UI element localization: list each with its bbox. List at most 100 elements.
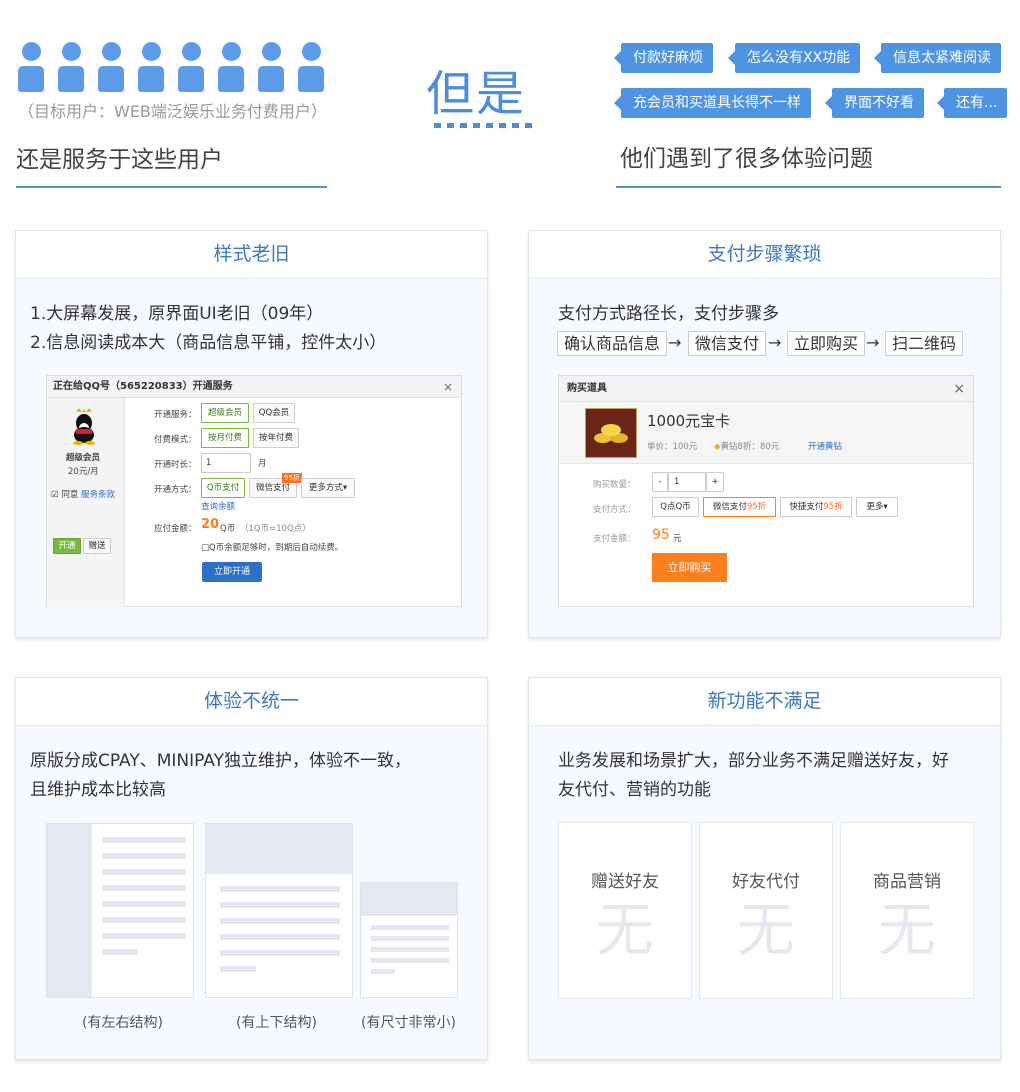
user-icon (18, 42, 44, 94)
tab-gift[interactable]: 赠送 (83, 538, 111, 554)
right-title: 他们遇到了很多体验问题 (620, 146, 873, 172)
member-name: 超级会员 (66, 453, 101, 463)
card-title: 支付步骤繁琐 (529, 231, 1000, 279)
feature-status: 无 (595, 896, 654, 964)
card-inconsistent-line: 原版分成CPAY、MINIPAY独立维护，体验不一致， (30, 751, 411, 771)
layout-left-right-diagram (46, 823, 194, 998)
flow-step: 扫二维码 (885, 331, 964, 356)
dialog-title: 购买道具 (567, 383, 607, 394)
more-methods-dropdown[interactable]: 更多▾ (856, 497, 898, 517)
feature-name: 好友代付 (732, 872, 800, 892)
right-underline (616, 186, 1001, 188)
discount-badge: 95折 (282, 473, 302, 483)
user-icon (138, 42, 164, 94)
left-underline (16, 186, 327, 188)
buy-now-button[interactable]: 立即购买 (652, 553, 727, 582)
users-caption: （目标用户：WEB端泛娱乐业务付费用户） (18, 102, 327, 121)
option-monthly[interactable]: 按月付费 (201, 428, 249, 448)
amount-unit: 元 (673, 534, 682, 544)
terms-link[interactable]: 服务条款 (81, 490, 115, 500)
tab-open[interactable]: 开通 (53, 538, 81, 554)
feature-name: 商品营销 (873, 872, 941, 892)
arrow-icon: → (668, 333, 682, 352)
user-icon (298, 42, 324, 94)
close-icon[interactable]: × (953, 376, 965, 402)
method-label: 支付方式： (593, 505, 636, 515)
feature-box: 赠送好友 无 (558, 822, 692, 999)
user-icon (58, 42, 84, 94)
card-title: 样式老旧 (16, 231, 487, 279)
agree-checkbox[interactable]: ☑ 同意 服务条款 (51, 488, 115, 500)
user-icon (258, 42, 284, 94)
flow-step: 立即购买 (787, 331, 866, 356)
flow-step: 确认商品信息 (557, 331, 668, 356)
chevron-down-icon: ▾ (342, 483, 348, 493)
label-service: 开通服务： (154, 410, 197, 420)
card-missing-features-line: 业务发展和场景扩大，部分业务不满足赠送好友，好 (558, 751, 949, 771)
dialog-title: 正在给QQ号（565220833）开通服务 (53, 381, 233, 392)
duration-unit: 月 (258, 459, 267, 469)
dots-divider (434, 123, 532, 128)
option-qcoin[interactable]: Q币支付 (201, 478, 245, 498)
problem-tag: 充会员和买道具长得不一样 (614, 88, 811, 118)
amount-value: 95 (652, 527, 670, 543)
option-super-member[interactable]: 超级会员 (201, 403, 249, 423)
qty-plus-button[interactable]: + (706, 472, 724, 492)
card-inconsistent-line: 且维护成本比较高 (30, 780, 166, 800)
card-old-style-line: 1.大屏幕发展，原界面UI老旧（09年） (30, 304, 324, 324)
center-heading: 但是 (426, 66, 527, 122)
card-title: 新功能不满足 (529, 678, 1000, 726)
qty-input[interactable]: 1 (668, 472, 706, 492)
open-yellow-diamond-link[interactable]: 开通黄钻 (808, 440, 842, 452)
feature-box: 好友代付 无 (699, 822, 833, 999)
user-icons (18, 42, 338, 94)
close-icon[interactable]: × (443, 376, 453, 398)
label-method: 开通方式： (154, 485, 197, 495)
option-yearly[interactable]: 按年付费 (253, 428, 299, 448)
option-qq-member[interactable]: QQ会员 (253, 403, 295, 423)
dialog-titlebar: 购买道具 × (559, 376, 973, 402)
qty-minus-button[interactable]: - (652, 472, 668, 492)
feature-status: 无 (877, 896, 936, 964)
problem-tag: 还有... (936, 88, 1008, 118)
user-icon (218, 42, 244, 94)
arrow-icon: → (768, 333, 782, 352)
yellow-diamond-price: ◆黄钻8折：80元 (714, 442, 780, 452)
product-name: 1000元宝卡 (647, 412, 731, 430)
amount-label: 支付金额： (593, 534, 636, 544)
query-balance-link[interactable]: 查询余额 (201, 500, 235, 512)
method-qpoint[interactable]: Q点Q币 (652, 497, 699, 517)
card-payment-steps-line: 支付方式路径长，支付步骤多 (558, 304, 779, 324)
label-amount: 应付金额： (154, 524, 197, 534)
layout-top-bottom-diagram (205, 823, 353, 998)
auto-renew-checkbox[interactable]: □Q币余额足够时，到期后自动续费。 (201, 541, 343, 553)
feature-box: 商品营销 无 (840, 822, 974, 999)
user-icon (98, 42, 124, 94)
layout-small-diagram (360, 882, 458, 998)
problem-tag: 界面不好看 (825, 88, 924, 118)
open-now-button[interactable]: 立即开通 (202, 562, 262, 582)
unit-price: 单价：100元 (647, 442, 698, 452)
feature-status: 无 (736, 896, 795, 964)
amount-note: （1Q币=10Q点） (240, 524, 311, 534)
qq-penguin-icon (73, 408, 95, 445)
method-wechat[interactable]: 微信支付95折 (703, 497, 776, 517)
amount-value: 20 (201, 517, 220, 532)
qty-label: 购买数量： (593, 480, 636, 490)
diagram-caption: (有尺寸非常小) (361, 1015, 456, 1031)
diagram-caption: (有上下结构) (236, 1015, 317, 1031)
label-mode: 付费模式： (154, 435, 197, 445)
method-quickpay[interactable]: 快捷支付95折 (780, 497, 852, 517)
more-methods-dropdown[interactable]: 更多方式▾ (301, 478, 355, 498)
left-title: 还是服务于这些用户 (16, 147, 223, 173)
problem-tag: 怎么没有XX功能 (727, 43, 861, 73)
label-duration: 开通时长： (154, 460, 197, 470)
card-missing-features-line: 友代付、营销的功能 (558, 780, 711, 800)
feature-name: 赠送好友 (591, 872, 659, 892)
card-old-style-line: 2.信息阅读成本大（商品信息平铺，控件太小） (30, 333, 387, 353)
card-title: 体验不统一 (16, 678, 487, 726)
flow-step: 微信支付 (688, 331, 767, 356)
amount-unit: Q币 (220, 524, 236, 534)
duration-input[interactable]: 1 (201, 453, 251, 473)
user-icon (178, 42, 204, 94)
